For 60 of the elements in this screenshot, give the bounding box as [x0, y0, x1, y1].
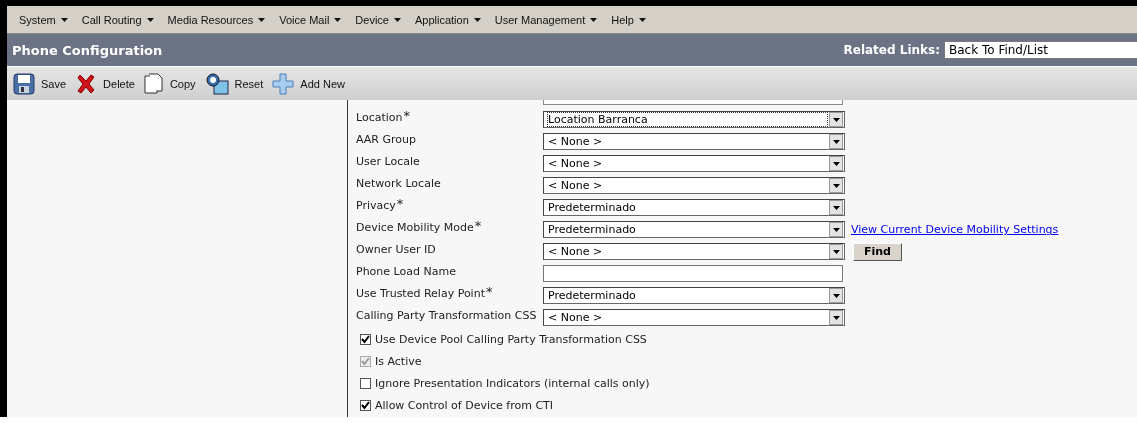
field-label: User Locale [356, 154, 420, 168]
toolbar-delete-button[interactable]: Delete [72, 69, 138, 98]
caret-icon [60, 17, 68, 22]
field-label: Phone Load Name [356, 264, 456, 278]
page-title: Phone Configuration [12, 42, 164, 58]
find-button[interactable]: Find [853, 243, 902, 261]
field-label: Use Trusted Relay Point [356, 286, 485, 300]
caret-icon [334, 17, 342, 22]
plus-icon [272, 72, 295, 95]
checkbox[interactable] [360, 334, 371, 346]
dropdown-field[interactable]: < None > [543, 243, 845, 261]
field-label: Device Mobility Mode [356, 220, 474, 234]
checkbox[interactable] [360, 378, 371, 390]
checkbox-label: Allow Control of Device from CTI [375, 399, 554, 413]
caret-icon [473, 17, 481, 22]
required-mark: * [403, 109, 411, 122]
required-mark: * [485, 285, 493, 298]
menu-item[interactable]: Media Resources [160, 9, 273, 30]
field-label: Network Locale [356, 176, 441, 190]
field-label: Owner User ID [356, 242, 436, 256]
device-mobility-link[interactable]: View Current Device Mobility Settings [851, 223, 1059, 237]
dropdown-field[interactable]: Predeterminado [543, 221, 845, 239]
checkbox-label: Is Active [375, 355, 422, 369]
menu-item[interactable]: Device [348, 9, 408, 30]
reset-icon [204, 72, 229, 95]
caret-icon [638, 17, 646, 22]
toolbar-save-button[interactable]: Save [10, 69, 70, 98]
dropdown-field[interactable]: < None > [543, 177, 845, 195]
field-label: Privacy [356, 198, 396, 212]
menu-item[interactable]: Application [407, 9, 488, 30]
dropdown-field[interactable]: Predeterminado [543, 287, 845, 305]
required-mark: * [474, 219, 482, 232]
menu-item[interactable]: Call Routing [74, 9, 161, 30]
field-label: Location [356, 110, 403, 124]
related-links-dropdown[interactable]: Back To Find/List [944, 41, 1137, 60]
pages-icon [143, 72, 164, 95]
field-label: Calling Party Transformation CSS [356, 308, 537, 322]
toolbar-copy-button[interactable]: Copy [140, 69, 199, 98]
dropdown-field[interactable]: < None > [543, 155, 845, 173]
related-links-label: Related Links: [843, 43, 940, 58]
checkbox-label: Use Device Pool Calling Party Transformation CSS [375, 333, 647, 347]
menu-item[interactable]: Help [604, 9, 653, 30]
toolbar-add-new-button[interactable]: Add New [269, 69, 348, 98]
toolbar-reset-button[interactable]: Reset [201, 69, 267, 98]
menu-item[interactable]: Voice Mail [272, 9, 349, 30]
caret-icon [393, 17, 401, 22]
caret-icon [146, 17, 154, 22]
dropdown-field[interactable]: Location Barranca [543, 111, 845, 129]
dropdown-field[interactable]: < None > [543, 133, 845, 151]
field-label: AAR Group [356, 132, 416, 146]
text-field[interactable] [543, 265, 843, 283]
menu-item[interactable]: User Management [487, 9, 605, 30]
required-mark: * [396, 197, 404, 210]
menu-item[interactable]: System [12, 9, 75, 30]
caret-icon [258, 17, 266, 22]
checkbox-label: Ignore Presentation Indicators (internal calls only) [375, 377, 650, 391]
checkbox[interactable] [360, 400, 371, 412]
dropdown-field[interactable]: Predeterminado [543, 199, 845, 217]
dropdown-field[interactable]: < None > [543, 309, 845, 327]
caret-icon [590, 17, 598, 22]
